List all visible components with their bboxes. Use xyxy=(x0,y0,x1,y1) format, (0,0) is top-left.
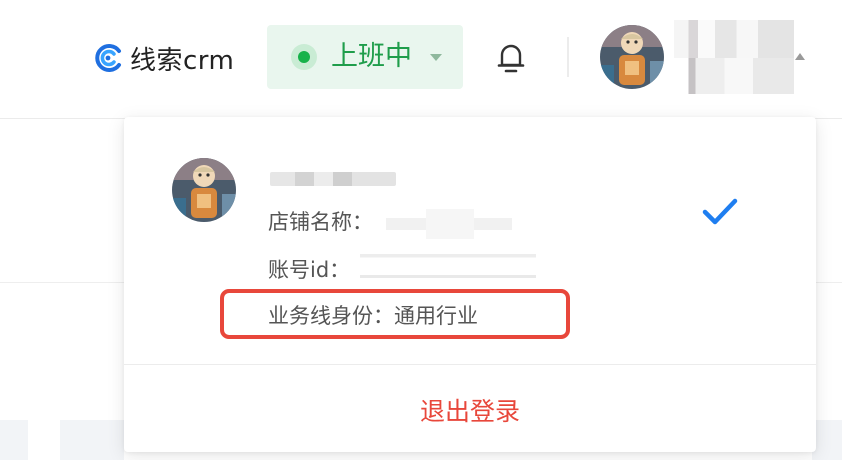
account-avatar xyxy=(172,158,236,222)
account-id-redacted xyxy=(360,247,536,287)
top-header: 线索crm 上班中 xyxy=(0,0,842,119)
avatar-image xyxy=(600,25,664,89)
chevron-down-icon xyxy=(430,54,442,61)
highlight-annotation xyxy=(220,289,570,339)
work-status-label: 上班中 xyxy=(331,41,412,72)
username-redacted xyxy=(674,20,794,94)
account-item[interactable]: 店铺名称： 账号id： 业务线身份：通用行业 xyxy=(124,117,816,364)
account-dropdown: 店铺名称： 账号id： 业务线身份：通用行业 退出登录 xyxy=(124,117,816,452)
menu-divider xyxy=(124,364,816,365)
user-avatar[interactable] xyxy=(600,25,664,89)
chevron-up-icon[interactable] xyxy=(795,53,805,60)
brand-name: 线索crm xyxy=(130,45,235,76)
check-icon xyxy=(702,198,738,225)
shop-name-label: 店铺名称： xyxy=(268,210,373,234)
page-block xyxy=(812,420,842,460)
page-block xyxy=(60,420,124,460)
page-block xyxy=(0,420,28,460)
avatar-image xyxy=(172,158,236,222)
brand[interactable]: 线索crm xyxy=(92,38,234,78)
shop-name-redacted xyxy=(386,209,512,239)
logout-button[interactable]: 退出登录 xyxy=(124,382,816,442)
work-status-dropdown[interactable]: 上班中 xyxy=(267,25,463,89)
header-divider xyxy=(567,37,569,77)
status-indicator-icon xyxy=(291,44,317,70)
account-id-label: 账号id： xyxy=(268,258,351,282)
crm-logo-icon xyxy=(95,44,121,72)
account-name-redacted xyxy=(270,172,396,186)
bell-icon[interactable] xyxy=(493,38,529,78)
